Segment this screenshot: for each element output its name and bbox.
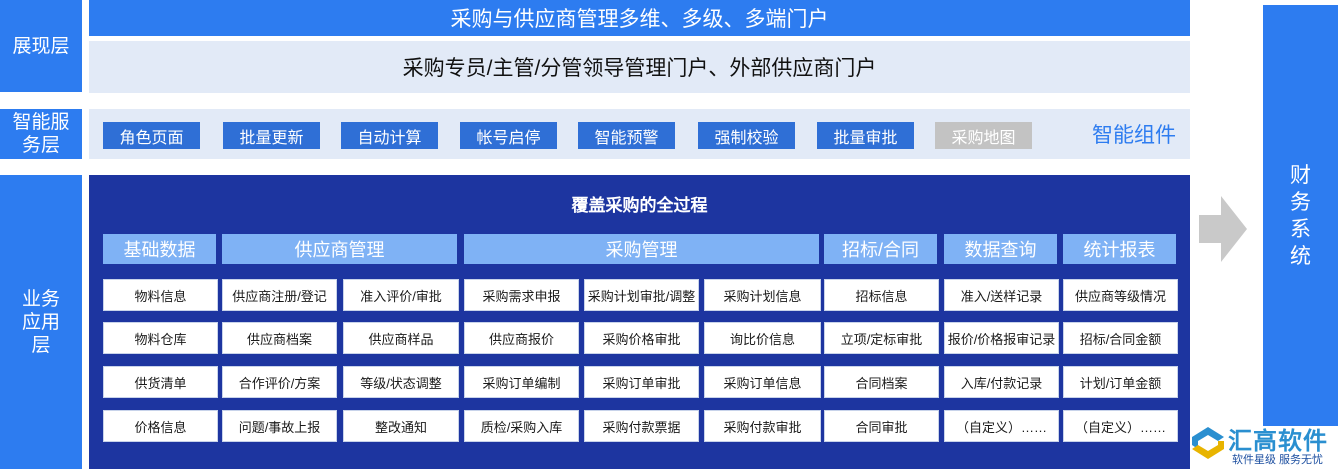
process-cell: 招标/合同金额 [1063,322,1178,354]
display-top-banner-text: 采购与供应商管理多维、多级、多端门户 [450,8,829,31]
process-cell: 供应商注册/登记 [222,279,337,311]
category-header: 统计报表 [1063,234,1176,264]
category-header: 基础数据 [103,234,216,264]
process-cell: 合同审批 [824,410,939,442]
process-cell: 供应商样品 [343,322,459,354]
process-cell: 合作评价/方案 [222,366,337,398]
logo-mark-icon [1192,427,1224,459]
service-row: 角色页面 批量更新 自动计算 帐号启停 智能预警 强制校验 批量审批 采购地图 … [89,109,1190,159]
business-title: 覆盖采购的全过程 [571,196,708,215]
process-cell: 合同档案 [824,366,939,398]
process-cell: 准入评价/审批 [343,279,459,311]
arrow-right-icon [1199,196,1247,262]
service-chip: 批量更新 [223,122,320,149]
process-cell: 采购订单信息 [704,366,821,398]
process-cell: 整改通知 [343,410,459,442]
process-cell: 准入/送样记录 [944,279,1059,311]
service-chip: 批量审批 [817,122,914,149]
process-cell: 价格信息 [103,410,218,442]
display-sub-banner: 采购专员/主管/分管领导管理门户、外部供应商门户 [89,41,1190,93]
process-cell: 入库/付款记录 [944,366,1059,398]
category-header: 供应商管理 [222,234,457,264]
process-cell: 采购计划信息 [704,279,821,311]
process-cell: 采购计划审批/调整 [584,279,699,311]
process-cell: 立项/定标审批 [824,322,939,354]
process-cell: 质检/采购入库 [464,410,579,442]
layer-label-service-text: 智能服务层 [12,112,70,156]
finance-system-text: 财务系统 [1290,163,1311,268]
service-chip: 自动计算 [341,122,438,149]
process-cell: 采购订单编制 [464,366,579,398]
process-cell: 采购订单审批 [584,366,699,398]
process-cell: 采购付款审批 [704,410,821,442]
process-cell: 物料信息 [103,279,218,311]
process-cell: 报价/价格报审记录 [944,322,1059,354]
process-cell: 等级/状态调整 [343,366,459,398]
layer-label-business: 业务应用层 [0,175,82,469]
category-header: 招标/合同 [824,234,937,264]
process-cell: 问题/事故上报 [222,410,337,442]
service-chip-disabled: 采购地图 [935,122,1032,149]
process-cell: 采购需求申报 [464,279,579,311]
display-sub-banner-text: 采购专员/主管/分管领导管理门户、外部供应商门户 [402,57,877,80]
layer-label-display-text: 展现层 [12,35,70,57]
process-cell: （自定义）…… [1063,410,1178,442]
layer-label-service: 智能服务层 [0,109,82,159]
display-top-banner: 采购与供应商管理多维、多级、多端门户 [89,0,1190,36]
logo-slogan: 软件星级 服务无忧 [1232,454,1324,466]
service-label: 智能组件 [1092,124,1176,147]
process-cell: 物料仓库 [103,322,218,354]
process-cell: 采购付款票据 [584,410,699,442]
process-cell: 计划/订单金额 [1063,366,1178,398]
process-cell: 供应商报价 [464,322,579,354]
process-cell: 招标信息 [824,279,939,311]
service-chip: 角色页面 [103,122,200,149]
process-cell: 供货清单 [103,366,218,398]
business-panel: 覆盖采购的全过程 基础数据 供应商管理 采购管理 招标/合同 数据查询 统计报表… [89,175,1190,469]
category-header: 采购管理 [464,234,819,264]
layer-label-business-text: 业务应用层 [21,288,60,356]
service-chip: 帐号启停 [460,122,557,149]
process-cell: （自定义）…… [944,410,1059,442]
process-cell: 询比价信息 [704,322,821,354]
company-logo: 汇高软件 软件星级 服务无忧 [1190,421,1338,469]
process-cell: 采购价格审批 [584,322,699,354]
process-cell: 供应商等级情况 [1063,279,1178,311]
layer-label-display: 展现层 [0,0,82,92]
category-header: 数据查询 [944,234,1057,264]
service-chip: 智能预警 [578,122,675,149]
service-chip: 强制校验 [698,122,795,149]
finance-system: 财务系统 [1263,5,1338,426]
process-cell: 供应商档案 [222,322,337,354]
